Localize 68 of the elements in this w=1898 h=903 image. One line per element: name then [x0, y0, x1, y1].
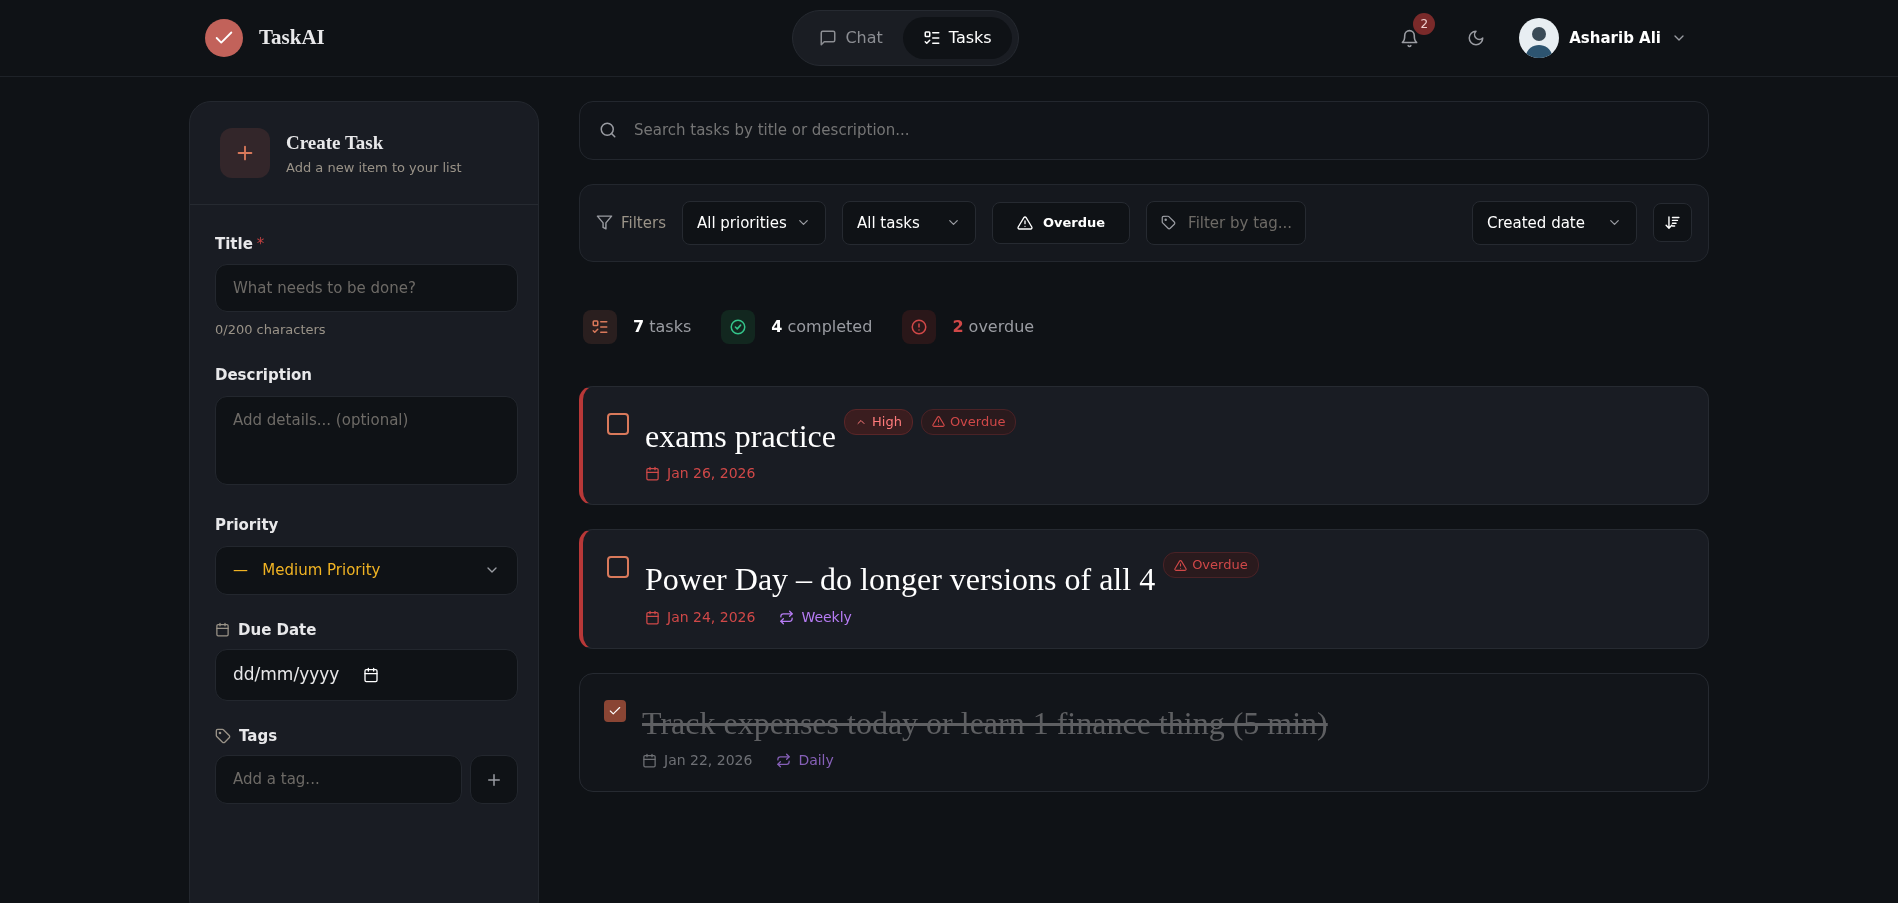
stat-text: 2 overdue — [952, 316, 1035, 338]
panel-title: Create Task — [286, 131, 385, 155]
stat-text: 7 tasks — [633, 316, 692, 338]
priority-tag: High — [844, 409, 913, 435]
filters-label: Filters — [621, 212, 666, 234]
warning-icon — [1016, 214, 1033, 231]
due-date: Jan 22, 2026 — [664, 751, 753, 771]
notification-count: 2 — [1413, 12, 1436, 35]
repeat-icon — [776, 753, 792, 769]
field-label: Tags — [239, 725, 278, 747]
sort-select[interactable]: Created date — [1472, 200, 1637, 245]
date-input[interactable]: dd/mm/yyyy — [215, 649, 518, 701]
avatar — [1519, 18, 1560, 58]
priority-select[interactable]: — Medium Priority — [215, 546, 518, 595]
task-title: Power Day – do longer versions of all 4 — [645, 560, 1156, 599]
field-label: Due Date — [238, 619, 317, 641]
task-checkbox[interactable] — [604, 699, 626, 722]
task-checkbox[interactable] — [607, 556, 629, 579]
warning-icon — [931, 415, 945, 429]
sort-direction-button[interactable] — [1653, 203, 1692, 243]
description-input[interactable]: Add details... (optional) — [215, 396, 518, 485]
filter-icon — [596, 214, 613, 232]
priority-filter[interactable]: All priorities — [681, 200, 826, 245]
sort-icon — [1664, 214, 1681, 232]
calendar-icon — [215, 622, 230, 638]
checklist-icon — [922, 29, 941, 47]
user-menu[interactable]: Asharib Ali — [1513, 17, 1693, 59]
overdue-filter-button[interactable]: Overdue — [991, 202, 1131, 244]
add-task-button[interactable] — [220, 128, 270, 178]
calendar-icon — [642, 753, 657, 769]
field-label: Priority — [215, 514, 280, 536]
search-icon — [599, 121, 617, 139]
calendar-icon — [645, 466, 660, 482]
alert-icon — [910, 318, 929, 336]
check-circle-icon — [729, 318, 748, 336]
panel-subtitle: Add a new item to your list — [286, 158, 462, 177]
title-input[interactable]: What needs to be done? — [215, 263, 518, 312]
stat-text: 4 completed — [771, 316, 873, 338]
moon-icon — [1467, 29, 1486, 48]
task-title: Track expenses today or learn 1 finance thing (5 min) — [642, 703, 1328, 743]
task-checkbox[interactable] — [607, 413, 629, 435]
tag-icon — [215, 727, 231, 744]
due-date: Jan 24, 2026 — [667, 607, 756, 627]
nav-tab[interactable]: Tasks — [902, 17, 1012, 59]
chat-icon — [819, 29, 838, 47]
tag-icon — [1161, 215, 1177, 231]
recurrence-label: Weekly — [801, 607, 852, 627]
recurrence-label: Daily — [798, 751, 834, 771]
brand-name: TaskAI — [259, 24, 325, 52]
field-label: Description — [215, 364, 314, 386]
bell-icon — [1400, 28, 1420, 48]
calendar-icon — [363, 666, 380, 683]
field-label: Title — [215, 234, 253, 255]
overdue-tag: Overdue — [1163, 552, 1259, 578]
character-count: 0/200 characters — [215, 321, 327, 339]
required-mark: * — [256, 234, 265, 255]
due-date: Jan 26, 2026 — [667, 464, 756, 484]
nav-tab[interactable]: Chat — [799, 17, 903, 59]
search-field[interactable]: Search tasks by title or description... — [579, 101, 1709, 160]
task-title: exams practice — [645, 417, 836, 456]
calendar-icon — [645, 609, 660, 625]
checklist-icon — [591, 318, 609, 336]
status-filter[interactable]: All tasks — [841, 200, 976, 245]
overdue-tag: Overdue — [920, 409, 1017, 435]
tag-input[interactable]: Add a tag... — [215, 755, 462, 804]
warning-icon — [1174, 558, 1188, 572]
repeat-icon — [779, 609, 795, 625]
tag-filter-field[interactable]: Filter by tag... — [1146, 200, 1307, 245]
